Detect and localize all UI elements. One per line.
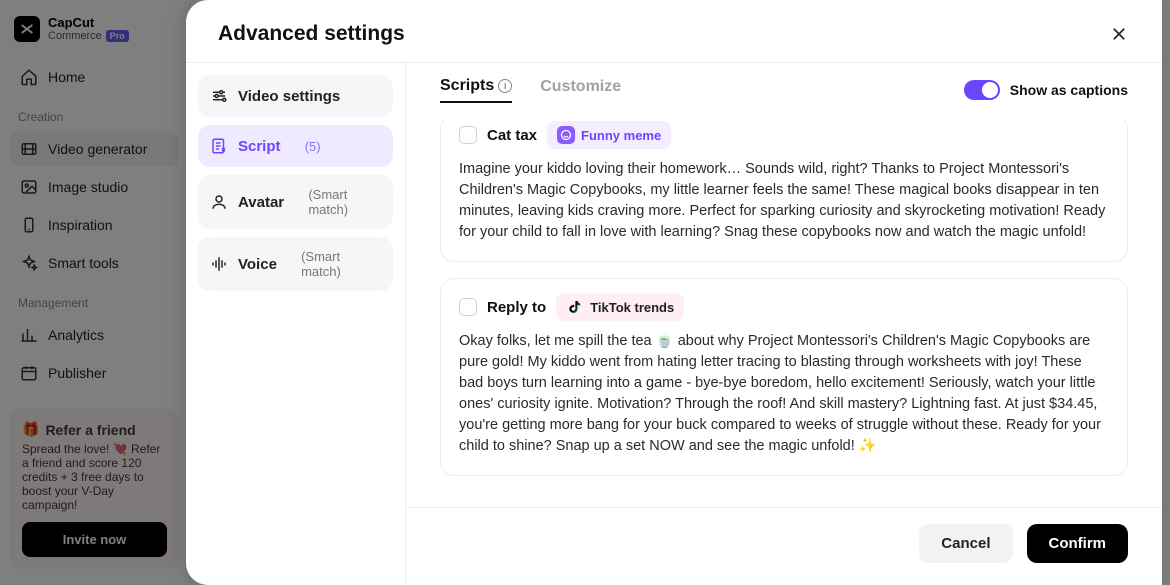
pro-badge: Pro xyxy=(106,30,129,42)
script-icon xyxy=(210,137,228,155)
tab-label: Customize xyxy=(540,78,621,96)
film-icon xyxy=(20,140,38,158)
avatar-icon xyxy=(210,193,228,211)
sparkle-icon xyxy=(20,254,38,272)
script-checkbox[interactable] xyxy=(459,126,477,144)
confirm-button[interactable]: Confirm xyxy=(1027,524,1129,563)
sidebar-item-video-generator[interactable]: Video generator xyxy=(10,132,179,166)
chart-icon xyxy=(20,326,38,344)
sidebar-item-label: Image studio xyxy=(48,179,128,195)
script-body: Imagine your kiddo loving their homework… xyxy=(459,159,1109,243)
script-card: Reply to TikTok trends Okay folks, let m… xyxy=(440,278,1128,476)
modal-nav: Video settings Script (5) Avatar (Smart … xyxy=(186,63,406,585)
show-as-captions-toggle[interactable] xyxy=(964,80,1000,100)
voice-icon xyxy=(210,255,228,273)
home-icon xyxy=(20,68,38,86)
script-tag-label: TikTok trends xyxy=(590,300,674,315)
sidebar-item-publisher[interactable]: Publisher xyxy=(10,356,179,390)
script-card: Cat tax Funny meme Imagine your kiddo lo… xyxy=(440,115,1128,262)
modal-title: Advanced settings xyxy=(218,22,405,46)
sidebar-item-analytics[interactable]: Analytics xyxy=(10,318,179,352)
scripts-list[interactable]: Cat tax Funny meme Imagine your kiddo lo… xyxy=(406,109,1162,507)
logo-mark-icon xyxy=(14,16,40,42)
modal-nav-voice[interactable]: Voice (Smart match) xyxy=(198,237,393,291)
invite-now-button[interactable]: Invite now xyxy=(22,522,167,557)
script-title: Reply to xyxy=(487,299,546,316)
sidebar-item-label: Smart tools xyxy=(48,255,119,271)
logo-title: CapCut xyxy=(48,16,129,30)
tab-customize[interactable]: Customize xyxy=(540,77,621,103)
sidebar-item-label: Video generator xyxy=(48,141,147,157)
modal-nav-script[interactable]: Script (5) xyxy=(198,125,393,167)
modal-nav-label: Video settings xyxy=(238,88,340,105)
advanced-settings-modal: Advanced settings Video settings Script … xyxy=(186,0,1162,585)
sidebar-item-inspiration[interactable]: Inspiration xyxy=(10,208,179,242)
sliders-icon xyxy=(210,87,228,105)
modal-nav-avatar[interactable]: Avatar (Smart match) xyxy=(198,175,393,229)
app-logo: CapCut Commerce Pro xyxy=(10,16,179,42)
modal-nav-label: Voice xyxy=(238,256,277,273)
cancel-button[interactable]: Cancel xyxy=(919,524,1012,563)
image-icon xyxy=(20,178,38,196)
close-icon xyxy=(1110,25,1128,43)
tabs: Scripts i Customize xyxy=(440,77,621,103)
tab-scripts[interactable]: Scripts i xyxy=(440,77,512,103)
refer-title: Refer a friend xyxy=(45,422,135,438)
script-tag: Funny meme xyxy=(547,121,671,149)
script-tag: TikTok trends xyxy=(556,293,684,321)
close-button[interactable] xyxy=(1108,23,1130,45)
tab-label: Scripts xyxy=(440,77,494,95)
sidebar-item-label: Publisher xyxy=(48,365,106,381)
info-icon[interactable]: i xyxy=(498,79,512,93)
modal-nav-sublabel: (Smart match) xyxy=(301,249,381,279)
modal-nav-label: Avatar xyxy=(238,194,284,211)
script-title: Cat tax xyxy=(487,127,537,144)
sidebar-item-smart-tools[interactable]: Smart tools xyxy=(10,246,179,280)
script-tag-label: Funny meme xyxy=(581,128,661,143)
modal-nav-label: Script xyxy=(238,138,281,155)
gift-icon: 🎁 xyxy=(22,421,39,438)
section-label-creation: Creation xyxy=(10,98,179,128)
refer-body: Spread the love! 💘 Refer a friend and sc… xyxy=(22,442,167,512)
sidebar-item-home[interactable]: Home xyxy=(10,60,179,94)
sidebar-item-image-studio[interactable]: Image studio xyxy=(10,170,179,204)
script-checkbox[interactable] xyxy=(459,298,477,316)
logo-subtitle: Commerce xyxy=(48,30,102,42)
script-body: Okay folks, let me spill the tea 🍵 about… xyxy=(459,331,1109,457)
modal-nav-sublabel: (5) xyxy=(305,139,321,154)
sidebar-item-label: Home xyxy=(48,69,85,85)
sidebar-item-label: Analytics xyxy=(48,327,104,343)
tiktok-icon xyxy=(566,298,584,316)
modal-nav-sublabel: (Smart match) xyxy=(308,187,381,217)
toggle-label: Show as captions xyxy=(1010,82,1128,98)
meme-icon xyxy=(557,126,575,144)
phone-icon xyxy=(20,216,38,234)
modal-nav-video-settings[interactable]: Video settings xyxy=(198,75,393,117)
refer-card: 🎁 Refer a friend Spread the love! 💘 Refe… xyxy=(10,409,179,569)
section-label-management: Management xyxy=(10,284,179,314)
sidebar-item-label: Inspiration xyxy=(48,217,113,233)
calendar-icon xyxy=(20,364,38,382)
